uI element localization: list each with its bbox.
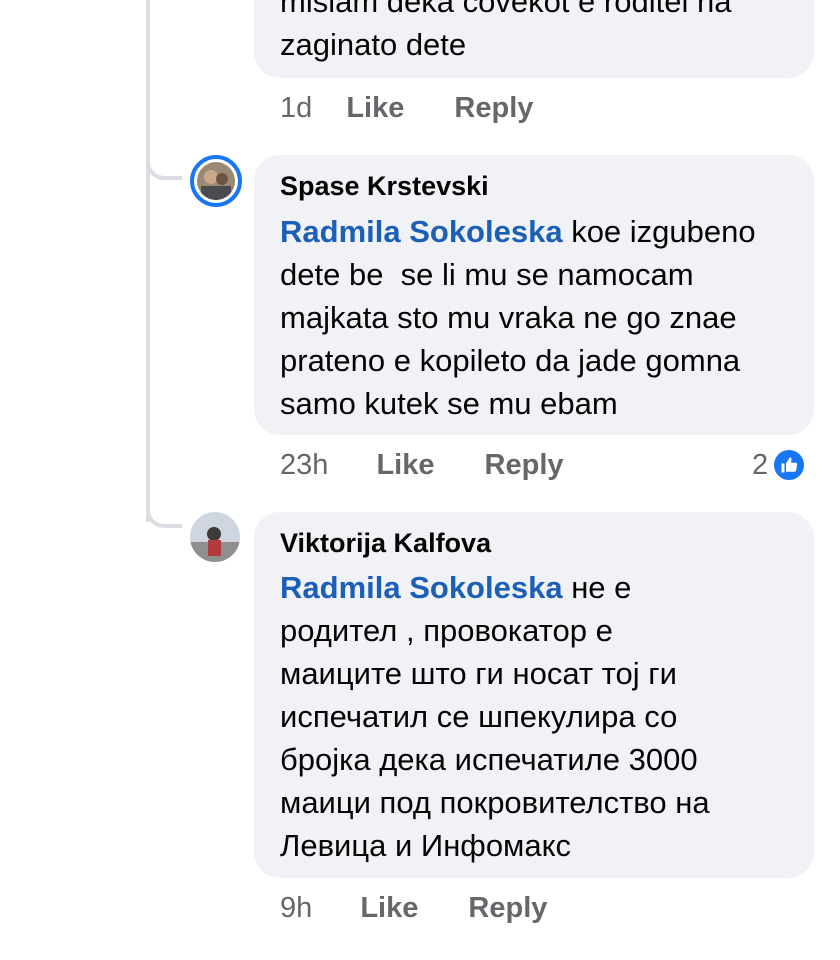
comment-timestamp[interactable]: 1d [280,92,312,124]
like-button[interactable]: Like [376,449,434,481]
comment-actions: 1d Like Reply [280,92,533,125]
comment-author[interactable]: Viktorija Kalfova [280,528,491,559]
thumbs-up-icon [772,448,807,482]
avatar[interactable] [190,155,242,207]
comment-text-line: испечатил се шпекулира со [280,699,678,734]
comment-text: misiam deka covekot e roditel na zaginat… [280,0,810,66]
comment-text-line: majkata sto mu vraka ne go znae [280,300,737,335]
mention-link[interactable]: Radmila Sokoleska [280,214,563,249]
avatar-photo-icon [197,162,235,200]
comment-text-line: misiam deka covekot e roditel na [280,0,732,19]
mention-link[interactable]: Radmila Sokoleska [280,570,563,605]
like-button[interactable]: Like [360,892,418,924]
comment-text-line: prateno e kopileto da jade gomna [280,343,741,378]
reply-button[interactable]: Reply [454,92,533,124]
comment-actions: 23h Like Reply [280,449,564,482]
avatar[interactable] [190,512,240,562]
comment-text-line: Radmila Sokoleska koe izgubeno [280,210,810,253]
comment-text-line: Левица и Инфомакс [280,828,572,863]
comment-text-line: маици под покровителство на [280,785,710,820]
comment-timestamp[interactable]: 9h [280,892,312,924]
comment-text: Radmila Sokoleska koe izgubeno dete be s… [280,210,810,425]
like-button[interactable]: Like [346,92,404,124]
reply-button[interactable]: Reply [468,892,547,924]
reaction-count: 2 [752,448,769,481]
reaction-summary[interactable]: 2 [752,448,807,482]
avatar-photo-icon [190,512,240,562]
comment-text-line: Radmila Sokoleska не е [280,566,810,609]
comment-text-line: бројка дека испечатиле 3000 [280,742,698,777]
comment-text-line: dete be se li mu se namocam [280,257,694,292]
comment-author[interactable]: Spase Krstevski [280,171,489,202]
comment-text-line: samo kutek se mu ebam [280,386,618,421]
reply-button[interactable]: Reply [485,449,564,481]
thread-connector-2 [146,490,182,528]
comment-text: Radmila Sokoleska не е родител , провока… [280,566,810,867]
comment-actions: 9h Like Reply [280,892,547,925]
thumbs-up-glyph-icon [781,457,798,473]
thread-connector-1 [146,140,182,180]
comment-text-line: родител , провокатор е [280,613,613,648]
comment-text-fragment: не е [562,570,632,605]
comment-text-fragment: koe izgubeno [562,214,756,249]
comment-text-line: zaginato dete [280,27,467,62]
comment-timestamp[interactable]: 23h [280,449,328,481]
thread-line-vertical [146,0,150,522]
comment-text-line: маиците што ги носат тој ги [280,656,677,691]
